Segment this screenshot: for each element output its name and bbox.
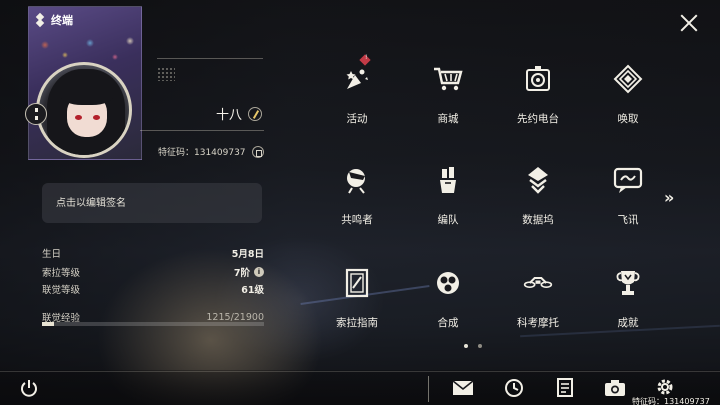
convene-icon (613, 64, 643, 94)
exp-progress-bar (42, 322, 264, 326)
menu-item[interactable]: 数据坞 (498, 165, 578, 245)
menu-item-label: 合成 (437, 317, 459, 329)
shop-cart-icon (433, 64, 463, 94)
menu-item[interactable]: 索拉指南 (317, 268, 397, 348)
signature-box[interactable]: 点击以编辑签名 (42, 183, 262, 223)
player-name-row: 十八 (216, 104, 262, 123)
radio-icon (523, 64, 553, 94)
info-icon[interactable]: i (254, 267, 264, 277)
page-dot[interactable] (464, 344, 468, 348)
message-icon (613, 165, 643, 195)
bottom-bar-line (0, 371, 720, 372)
data-bank-icon (523, 165, 553, 195)
resonator-icon (342, 165, 372, 195)
menu-item[interactable]: 唤取 (588, 64, 668, 144)
stat-label: 生日 (42, 249, 62, 260)
power-icon[interactable] (18, 377, 40, 399)
team-icon (433, 165, 463, 195)
exp-progress-fill (42, 322, 55, 326)
menu-item-label: 活动 (346, 113, 368, 125)
deco-line-top (157, 58, 263, 59)
terminal-diamond-icon (34, 14, 46, 26)
clock-icon[interactable] (503, 377, 525, 399)
stat-label: 联觉等级 (42, 285, 81, 296)
menu-item-label: 共鸣者 (341, 214, 373, 226)
motorcycle-icon (523, 268, 553, 298)
deco-line-mid (140, 130, 264, 131)
stat-union-level: 联觉等级 61级 (42, 282, 264, 296)
bottom-bar-divider (428, 376, 429, 402)
notes-icon[interactable] (554, 377, 576, 399)
menu-item[interactable]: 编队 (408, 165, 488, 245)
menu-item-label: 成就 (617, 317, 639, 329)
page-indicator (464, 344, 482, 348)
player-name: 十八 (215, 108, 242, 123)
stat-value: 5月8日 (231, 249, 264, 260)
signature-placeholder: 点击以编辑签名 (56, 198, 126, 209)
card-title: 终端 (51, 14, 73, 27)
stat-sol-rank: 索拉等级 7阶 i (42, 265, 264, 279)
menu-item-label: 索拉指南 (336, 317, 378, 329)
synthesis-icon (433, 268, 463, 298)
more-dots-icon (34, 108, 38, 120)
stat-value: 61级 (241, 285, 264, 296)
page-dot[interactable] (478, 344, 482, 348)
menu-item[interactable]: !活动 (317, 54, 397, 144)
menu-item[interactable]: 合成 (408, 268, 488, 348)
stat-value-group: 7阶 i (234, 265, 264, 279)
camera-icon[interactable] (604, 377, 626, 399)
menu-item[interactable]: 成就 (588, 268, 668, 348)
next-page-arrow[interactable]: » (664, 188, 674, 207)
deco-dots (157, 67, 175, 81)
close-button[interactable] (678, 12, 700, 34)
player-id: 特征码：131409737 (158, 148, 246, 158)
mail-icon[interactable] (452, 377, 474, 399)
menu-item-label: 科考摩托 (517, 317, 559, 329)
copy-id-icon[interactable] (251, 145, 264, 158)
menu-item[interactable]: 科考摩托 (498, 268, 578, 348)
footer-player-id: 特征码：131409737 (632, 397, 710, 405)
avatar[interactable] (36, 62, 132, 158)
stat-value: 7阶 (233, 268, 250, 279)
guidebook-icon (342, 268, 372, 298)
settings-icon[interactable] (654, 376, 676, 398)
trophy-icon (613, 268, 643, 298)
stat-value: 1215/21900 (206, 311, 264, 323)
menu-item-label: 商城 (437, 113, 459, 125)
stat-label: 索拉等级 (42, 268, 81, 279)
edit-name-icon[interactable] (248, 106, 262, 121)
menu-item[interactable]: 先约电台 (498, 64, 578, 144)
player-id-row: 特征码：131409737 (158, 145, 264, 158)
card-title-row: 终端 (34, 12, 73, 28)
menu-item-label: 数据坞 (522, 214, 554, 226)
menu-item[interactable]: 共鸣者 (317, 165, 397, 245)
stat-birthday: 生日 5月8日 (42, 246, 264, 260)
menu-item[interactable]: 商城 (408, 64, 488, 144)
avatar-bangs (61, 83, 113, 105)
menu-item-label: 飞讯 (617, 214, 639, 226)
menu-item-label: 唤取 (617, 113, 639, 125)
profile-menu-button[interactable] (25, 103, 47, 125)
menu-item-label: 编队 (437, 214, 459, 226)
menu-item-label: 先约电台 (517, 113, 559, 125)
menu-item[interactable]: 飞讯 (588, 165, 668, 245)
avatar-eye-right (93, 115, 100, 120)
avatar-eye-left (75, 115, 82, 120)
